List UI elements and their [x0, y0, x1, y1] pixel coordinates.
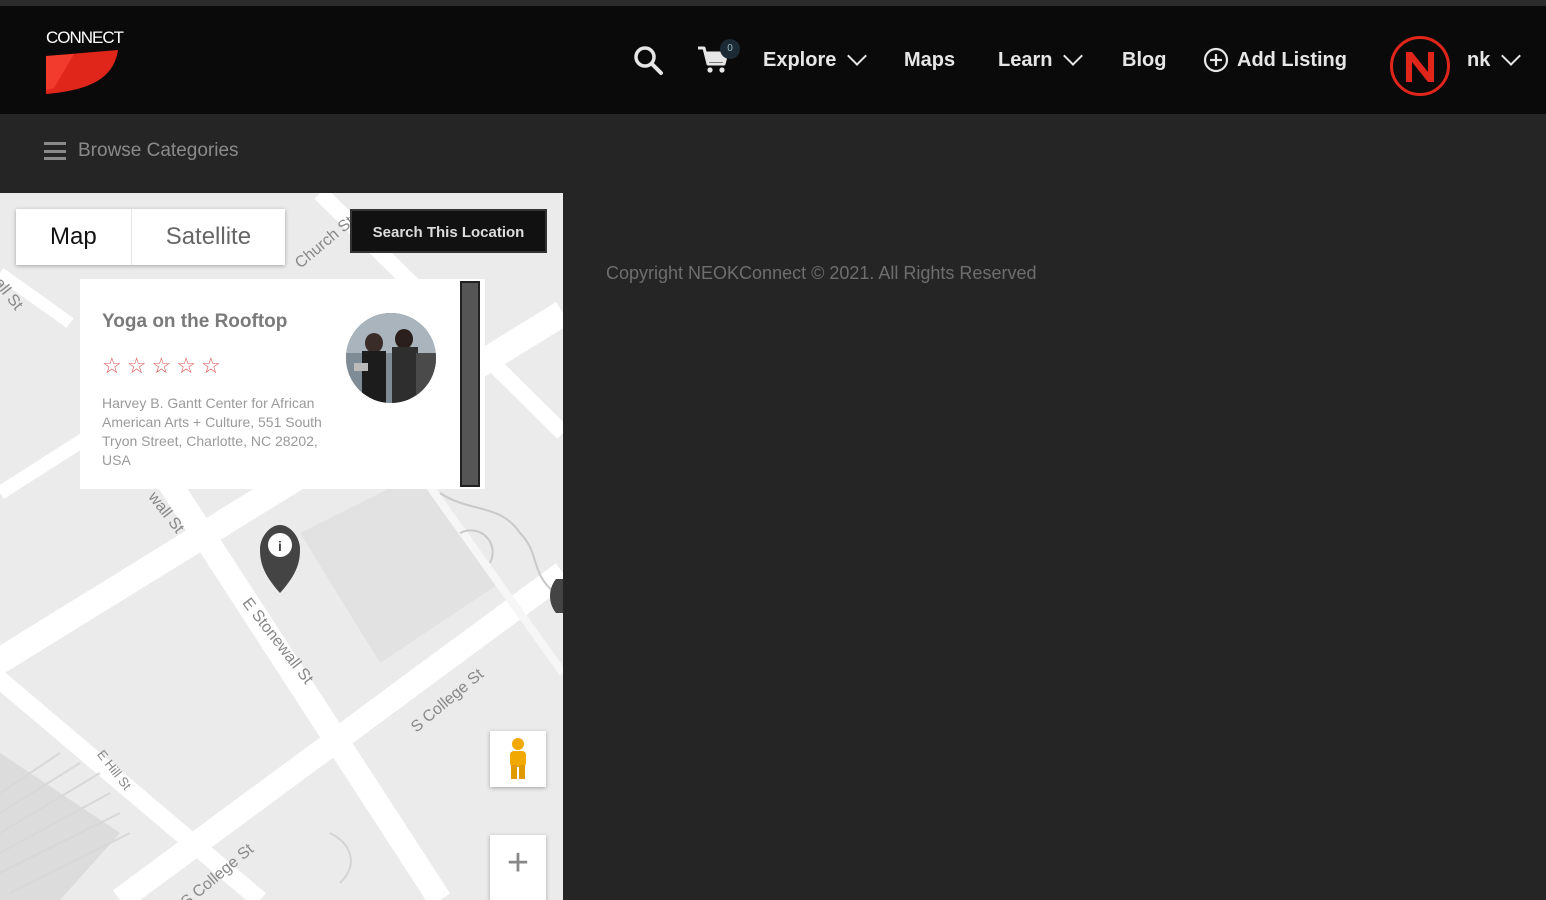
nav-maps-label: Maps: [904, 49, 956, 71]
add-listing-label: Add Listing: [1237, 49, 1347, 71]
browse-categories-label: Browse Categories: [78, 140, 239, 161]
nav-explore-label: Explore: [763, 49, 837, 71]
user-name: nk: [1467, 49, 1491, 71]
nav-blog[interactable]: Blog: [1122, 46, 1166, 74]
chevron-down-icon: [1063, 46, 1084, 66]
plus-circle-icon: [1203, 47, 1229, 73]
star-icon: ☆: [151, 353, 172, 378]
chevron-down-icon: [1501, 46, 1522, 66]
star-icon: ☆: [176, 353, 196, 378]
star-icon: ☆: [102, 353, 122, 378]
listing-info-card[interactable]: Yoga on the Rooftop ☆ ☆ ☆ ☆ ☆ Harvey B. …: [80, 279, 485, 489]
user-avatar[interactable]: [1390, 36, 1450, 96]
zoom-in-button[interactable]: +: [490, 835, 546, 900]
tab-map[interactable]: Map: [16, 209, 131, 265]
tab-satellite[interactable]: Satellite: [130, 209, 285, 265]
listing-photo: [346, 313, 436, 403]
card-scrollbar[interactable]: [458, 279, 482, 489]
logo-text: CONNECT: [46, 28, 124, 47]
listing-title[interactable]: Yoga on the Rooftop: [102, 311, 287, 333]
copyright-text: Copyright NEOKConnect © 2021. All Rights…: [606, 263, 1037, 283]
nav-learn-label: Learn: [998, 49, 1053, 71]
cart-count-badge: 0: [720, 39, 740, 59]
nav-explore[interactable]: Explore: [763, 46, 868, 74]
avatar-letter-icon: [1406, 52, 1434, 82]
listing-address: Harvey B. Gantt Center for African Ameri…: [102, 395, 322, 468]
star-icon: ☆: [126, 353, 147, 378]
search-this-location-button[interactable]: Search This Location: [350, 209, 547, 253]
rating-stars: ☆ ☆ ☆ ☆ ☆: [102, 355, 221, 377]
nav-blog-label: Blog: [1122, 49, 1167, 71]
star-icon: ☆: [200, 353, 221, 378]
street-view-pegman-icon[interactable]: [490, 731, 546, 787]
browse-categories-button[interactable]: Browse Categories: [44, 140, 239, 162]
nav-maps[interactable]: Maps: [904, 46, 955, 74]
nav-learn[interactable]: Learn: [998, 46, 1084, 74]
map-type-control: Map Satellite: [16, 209, 286, 265]
user-menu[interactable]: nk: [1467, 46, 1522, 74]
map-view[interactable]: i Church St all St wall St E Stonewall S…: [0, 193, 563, 900]
add-listing-button[interactable]: Add Listing: [1203, 46, 1347, 74]
site-header: CONNECT 0 Explore Maps Learn Blog Add Li…: [0, 6, 1546, 114]
hamburger-icon: [44, 142, 66, 160]
search-icon[interactable]: [632, 44, 664, 81]
svg-text:i: i: [278, 538, 282, 554]
scrollbar-thumb[interactable]: [460, 281, 480, 487]
chevron-down-icon: [847, 46, 868, 66]
site-logo[interactable]: CONNECT: [44, 28, 124, 100]
